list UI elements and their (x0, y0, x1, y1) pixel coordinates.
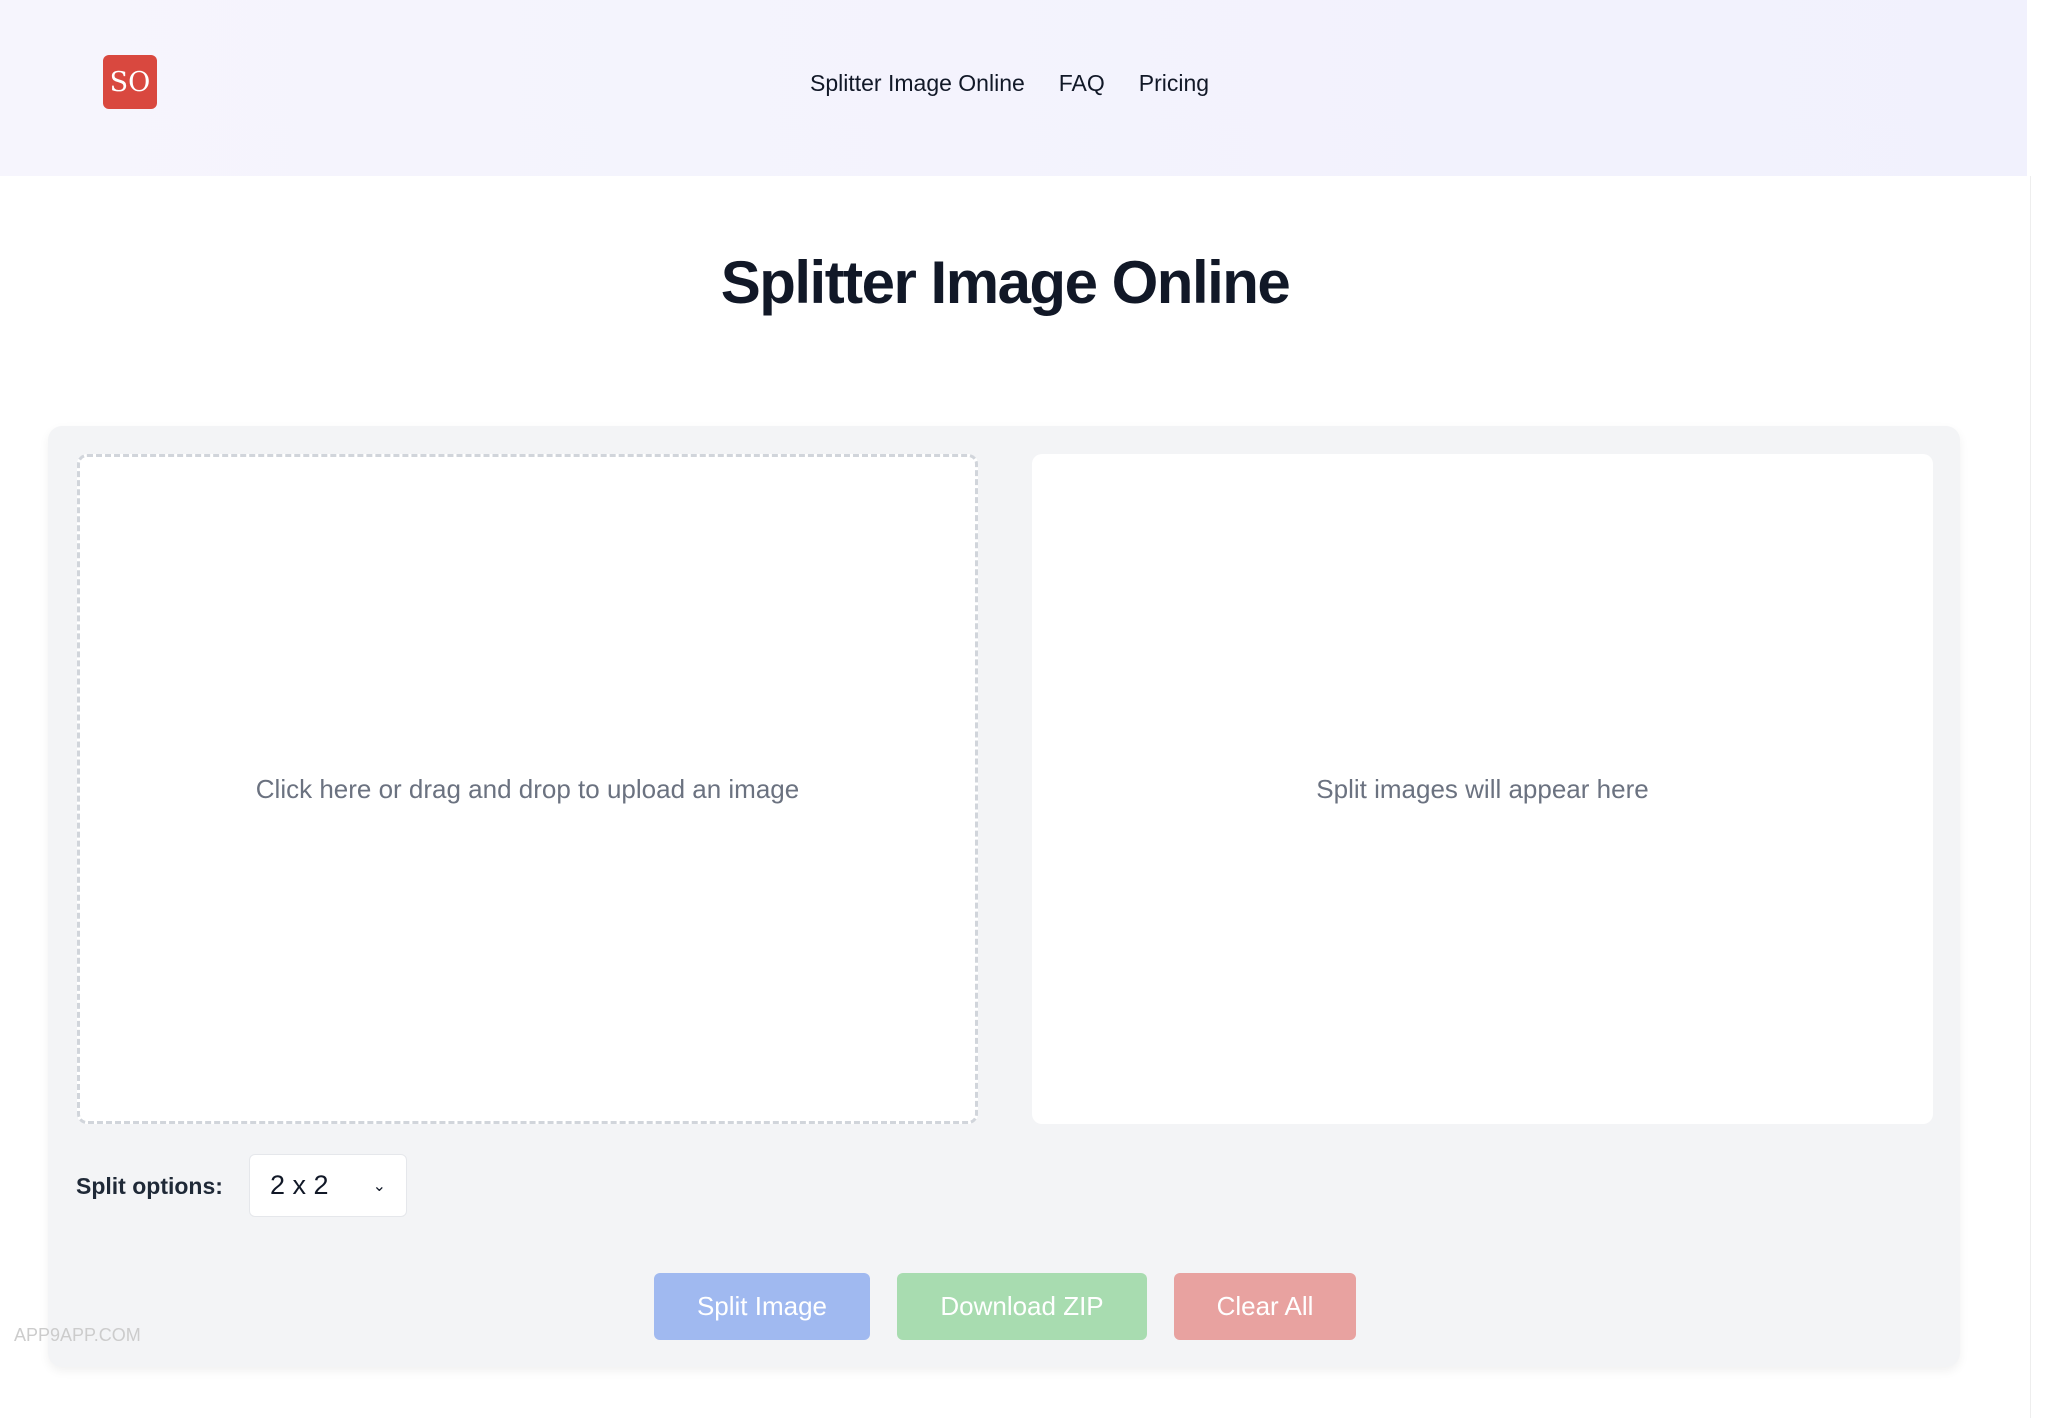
nav-pricing[interactable]: Pricing (1139, 70, 1209, 97)
page-title: Splitter Image Online (720, 249, 1291, 316)
logo[interactable]: SO (103, 55, 157, 109)
output-placeholder: Split images will appear here (1316, 773, 1649, 804)
header: SO Splitter Image Online FAQ Pricing (0, 0, 2027, 176)
nav: Splitter Image Online FAQ Pricing (810, 70, 1209, 97)
split-image-button[interactable]: Split Image (654, 1273, 870, 1340)
clear-all-button[interactable]: Clear All (1174, 1273, 1356, 1340)
splitter-panel: Click here or drag and drop to upload an… (48, 426, 1960, 1367)
chevron-down-icon: ⌄ (372, 1177, 386, 1195)
download-zip-button[interactable]: Download ZIP (897, 1273, 1147, 1340)
watermark: APP9APP.COM (14, 1325, 141, 1345)
split-options-select[interactable]: 2 x 2 ⌄ (249, 1154, 407, 1217)
scrollbar[interactable] (2030, 176, 2048, 1418)
output-area: Split images will appear here (1032, 454, 1933, 1124)
nav-home[interactable]: Splitter Image Online (810, 70, 1025, 97)
split-options-label: Split options: (76, 1173, 223, 1199)
nav-faq[interactable]: FAQ (1059, 70, 1105, 97)
upload-text: Click here or drag and drop to upload an… (255, 773, 800, 804)
split-value: 2 x 2 (270, 1170, 329, 1200)
upload-dropzone[interactable]: Click here or drag and drop to upload an… (77, 454, 978, 1124)
